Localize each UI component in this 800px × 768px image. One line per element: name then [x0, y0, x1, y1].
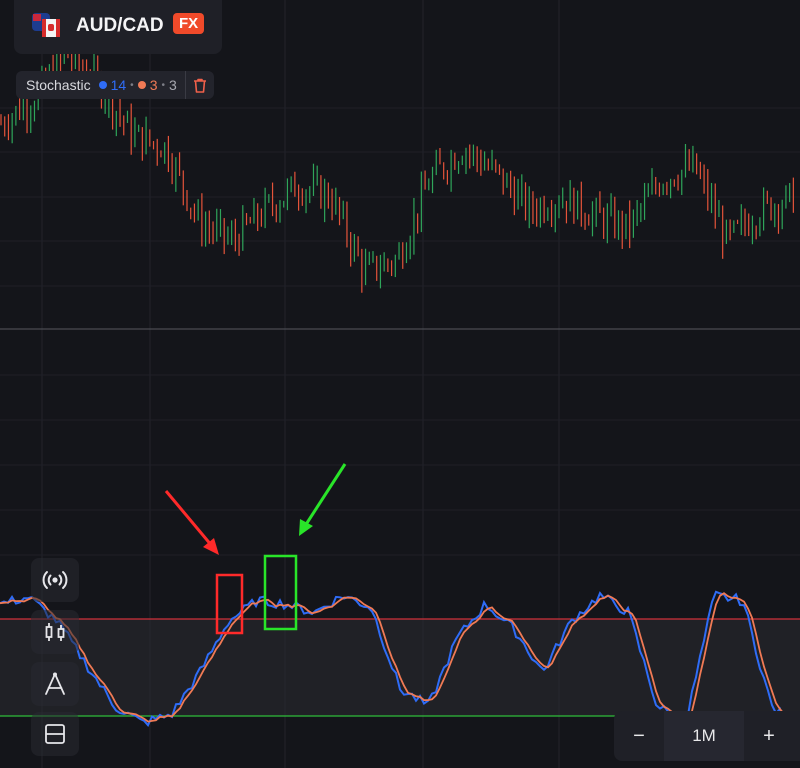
candlestick-icon	[45, 623, 65, 641]
indicator-legend[interactable]: Stochastic 14 • 3 • 3	[16, 71, 214, 99]
timeframe-label[interactable]: 1M	[664, 711, 744, 761]
price-chart[interactable]	[0, 0, 800, 768]
instrument-name: AUD/CAD	[76, 15, 164, 36]
green-arrow-shaft	[303, 463, 347, 527]
instrument-header[interactable]: AUD/CAD FX	[14, 0, 222, 54]
zoom-out-button[interactable]: −	[614, 725, 664, 748]
indicator-name: Stochastic	[26, 77, 91, 93]
timeframe-control: − 1M +	[614, 711, 800, 761]
currency-flags	[32, 13, 62, 39]
chart-type-button[interactable]	[31, 610, 79, 654]
green-arrow-head	[299, 519, 313, 536]
separator-dot: •	[130, 79, 134, 91]
canada-flag-icon	[42, 19, 60, 37]
k-line-dot-icon	[98, 81, 107, 89]
stochastic-band	[0, 619, 800, 716]
d-line-dot-icon	[137, 81, 146, 89]
trash-icon	[193, 78, 206, 93]
green-highlight-box	[263, 554, 298, 631]
separator-dot: •	[161, 79, 165, 91]
live-signals-button[interactable]	[31, 558, 79, 602]
drawing-tools-button[interactable]	[31, 662, 79, 706]
red-arrow-head	[203, 538, 219, 555]
zoom-in-button[interactable]: +	[744, 725, 794, 748]
layout-button[interactable]	[31, 712, 79, 756]
delete-indicator-button[interactable]	[184, 71, 214, 99]
asset-type-badge: FX	[173, 13, 205, 34]
d-period-value: 3	[149, 77, 158, 93]
chart-screen: AUD/CAD FX Stochastic 14 • 3 • 3 − 1M +	[0, 0, 800, 768]
drawing-tools-icon	[45, 672, 65, 695]
layout-icon	[45, 724, 65, 744]
red-arrow-shaft	[164, 490, 214, 547]
broadcast-icon	[42, 571, 68, 589]
k-period-value: 14	[110, 77, 127, 93]
smooth-value: 3	[169, 77, 177, 93]
